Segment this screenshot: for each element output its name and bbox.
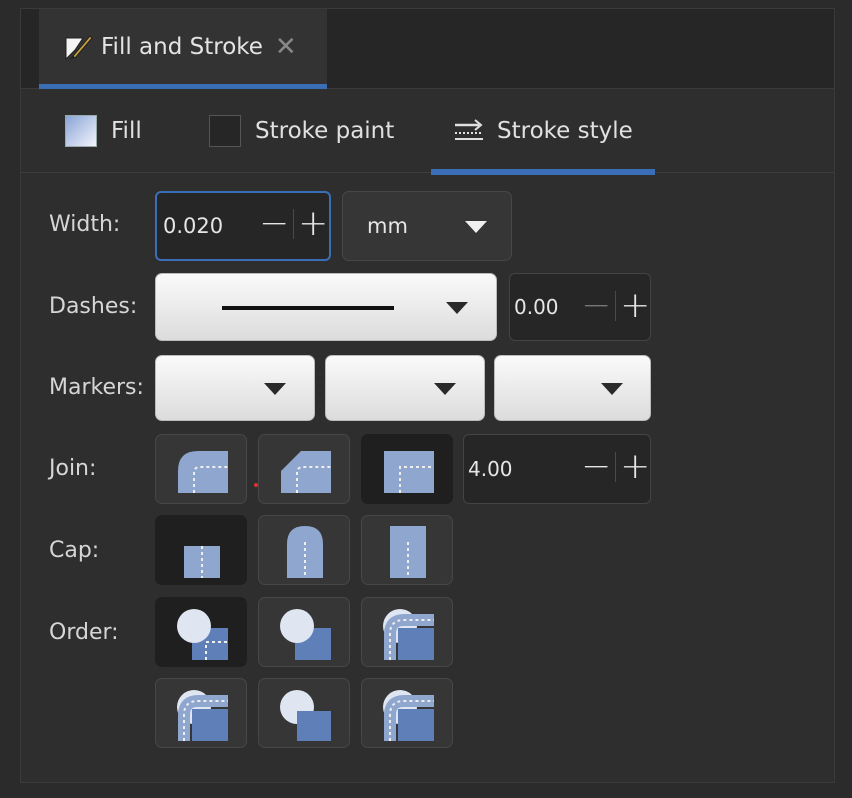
- unit-value: mm: [367, 214, 408, 238]
- butt-cap-button[interactable]: [155, 515, 247, 585]
- round-join-button[interactable]: [155, 434, 247, 504]
- miter-join-button[interactable]: [361, 434, 453, 504]
- order-button-5[interactable]: [258, 678, 350, 748]
- order-stroke-fill-markers-icon: [279, 608, 333, 660]
- dock-tab-bar: Fill and Stroke ✕: [21, 9, 834, 89]
- markers-label: Markers:: [49, 375, 144, 400]
- round-join-icon: [176, 449, 230, 493]
- order-button-6[interactable]: [361, 678, 453, 748]
- miter-join-icon: [382, 449, 436, 493]
- increment-icon[interactable]: +: [620, 446, 650, 487]
- unit-select[interactable]: mm: [342, 191, 512, 261]
- fill-swatch-icon: [65, 115, 97, 147]
- subtab-bar: Fill Stroke paint Stroke style: [21, 89, 834, 175]
- square-cap-icon: [390, 526, 426, 578]
- dash-pattern-preview: [222, 306, 394, 310]
- order-markers-fill-stroke-icon: [176, 689, 230, 741]
- stroke-paint-swatch-icon: [209, 115, 241, 147]
- tab-title: Fill and Stroke: [101, 33, 263, 60]
- tab-fill-label: Fill: [111, 118, 142, 144]
- round-cap-icon: [287, 526, 323, 578]
- start-marker-select[interactable]: [155, 355, 315, 421]
- square-cap-button[interactable]: [361, 515, 453, 585]
- dash-offset-stepper[interactable]: − +: [581, 285, 650, 326]
- tab-fill[interactable]: Fill: [65, 89, 142, 173]
- order-button-4[interactable]: [155, 678, 247, 748]
- decrement-icon[interactable]: −: [581, 446, 611, 487]
- dash-offset-value: 0.00: [514, 295, 559, 319]
- miter-limit-value: 4.00: [468, 457, 513, 481]
- fill-and-stroke-dialog: Fill and Stroke ✕ Fill Stroke paint Stro…: [20, 8, 835, 783]
- width-label: Width:: [49, 212, 121, 237]
- width-stepper[interactable]: − +: [259, 203, 328, 244]
- order-fill-markers-stroke-icon: [382, 608, 436, 660]
- bevel-join-icon: [279, 449, 333, 493]
- round-cap-button[interactable]: [258, 515, 350, 585]
- chevron-down-icon: [601, 383, 623, 395]
- chevron-down-icon: [446, 302, 468, 314]
- chevron-down-icon: [434, 383, 456, 395]
- butt-cap-icon: [184, 542, 220, 578]
- end-marker-select[interactable]: [494, 355, 651, 421]
- tab-stroke-paint[interactable]: Stroke paint: [209, 89, 394, 173]
- increment-icon[interactable]: +: [620, 285, 650, 326]
- decrement-icon[interactable]: −: [581, 285, 611, 326]
- decrement-icon[interactable]: −: [259, 203, 289, 244]
- tab-fill-and-stroke[interactable]: Fill and Stroke ✕: [39, 9, 327, 89]
- cap-label: Cap:: [49, 538, 100, 563]
- order-button-3[interactable]: [361, 597, 453, 667]
- width-value: 0.020: [163, 214, 224, 238]
- order-markers-stroke-fill-icon: [382, 689, 436, 741]
- dashes-label: Dashes:: [49, 294, 138, 319]
- join-label: Join:: [49, 456, 97, 481]
- order-button-2[interactable]: [258, 597, 350, 667]
- mid-marker-select[interactable]: [325, 355, 485, 421]
- order-stroke-markers-fill-icon: [279, 689, 333, 741]
- order-button-1[interactable]: [155, 597, 247, 667]
- tab-stroke-style[interactable]: Stroke style: [431, 89, 655, 175]
- fill-stroke-icon: [63, 32, 93, 62]
- dash-pattern-select[interactable]: [155, 273, 497, 341]
- stroke-style-icon: [453, 116, 485, 146]
- order-label: Order:: [49, 620, 119, 645]
- bevel-join-button[interactable]: [258, 434, 350, 504]
- miter-limit-stepper[interactable]: − +: [581, 446, 650, 487]
- order-fill-stroke-markers-icon: [176, 608, 230, 660]
- increment-icon[interactable]: +: [298, 203, 328, 244]
- chevron-down-icon: [465, 221, 487, 233]
- chevron-down-icon: [264, 383, 286, 395]
- close-icon[interactable]: ✕: [275, 32, 297, 62]
- tab-stroke-style-label: Stroke style: [497, 118, 633, 144]
- tab-stroke-paint-label: Stroke paint: [255, 118, 395, 144]
